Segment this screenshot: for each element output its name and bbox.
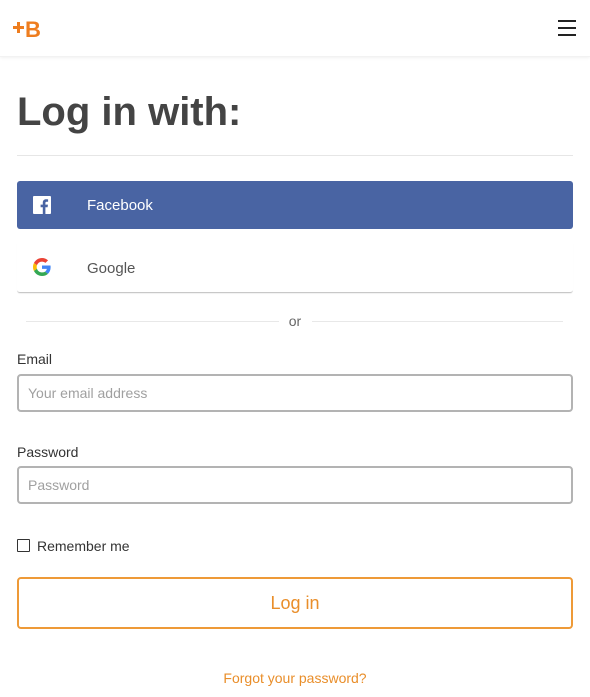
remember-me-label: Remember me [37, 538, 130, 554]
top-bar: B [0, 0, 590, 57]
svg-text:B: B [25, 17, 41, 40]
login-button[interactable]: Log in [17, 577, 573, 629]
or-divider-text: or [288, 313, 302, 329]
facebook-login-button[interactable]: Facebook [17, 181, 573, 229]
title-divider [17, 155, 573, 156]
email-label: Email [17, 351, 53, 367]
facebook-button-label: Facebook [87, 197, 153, 214]
google-login-button[interactable]: Google [17, 243, 573, 293]
google-button-label: Google [87, 260, 136, 277]
facebook-icon [33, 196, 51, 214]
password-input[interactable] [17, 466, 573, 504]
hamburger-menu-icon[interactable] [556, 17, 578, 39]
page-title: Log in with: [17, 90, 242, 134]
remember-me-checkbox[interactable] [17, 539, 30, 552]
google-icon [33, 258, 51, 276]
forgot-password-link[interactable]: Forgot your password? [0, 670, 590, 686]
password-label: Password [17, 444, 79, 460]
email-input[interactable] [17, 374, 573, 412]
or-divider-right [312, 321, 563, 322]
babbel-logo-icon[interactable]: B [12, 16, 44, 42]
or-divider-left [26, 321, 279, 322]
